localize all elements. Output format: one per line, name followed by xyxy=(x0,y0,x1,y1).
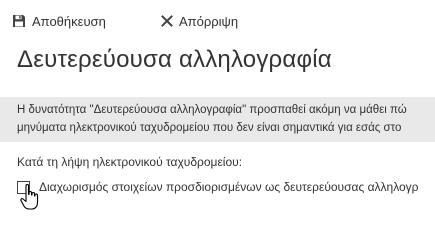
discard-label: Απόρριψη xyxy=(179,13,239,29)
separate-clutter-label[interactable]: Διαχωρισμός στοιχείων προσδιορισμένων ως… xyxy=(39,180,419,194)
info-text-line-2: μηνύματα ηλεκτρονικού ταχυδρομείου που δ… xyxy=(17,122,402,134)
info-text-line-1: Η δυνατότητα "Δευτερεύουσα αλληλογραφία"… xyxy=(17,104,407,116)
separate-clutter-option[interactable]: Διαχωρισμός στοιχείων προσδιορισμένων ως… xyxy=(17,179,435,199)
floppy-disk-icon xyxy=(13,15,25,27)
separate-clutter-checkbox[interactable] xyxy=(17,181,30,194)
info-banner: Η δυνατότητα "Δευτερεύουσα αλληλογραφία"… xyxy=(0,97,435,142)
clutter-settings-pane: Αποθήκευση Απόρριψη Δευτερεύουσα αλληλογ… xyxy=(0,0,435,212)
page-title: Δευτερεύουσα αλληλογραφία xyxy=(17,46,332,73)
save-button[interactable]: Αποθήκευση xyxy=(12,11,106,31)
x-close-icon xyxy=(161,15,173,27)
save-label: Αποθήκευση xyxy=(32,13,106,29)
discard-button[interactable]: Απόρριψη xyxy=(161,11,238,31)
section-label: Κατά τη λήψη ηλεκτρονικού ταχυδρομείου: xyxy=(17,155,243,169)
toolbar: Αποθήκευση Απόρριψη xyxy=(0,0,435,42)
